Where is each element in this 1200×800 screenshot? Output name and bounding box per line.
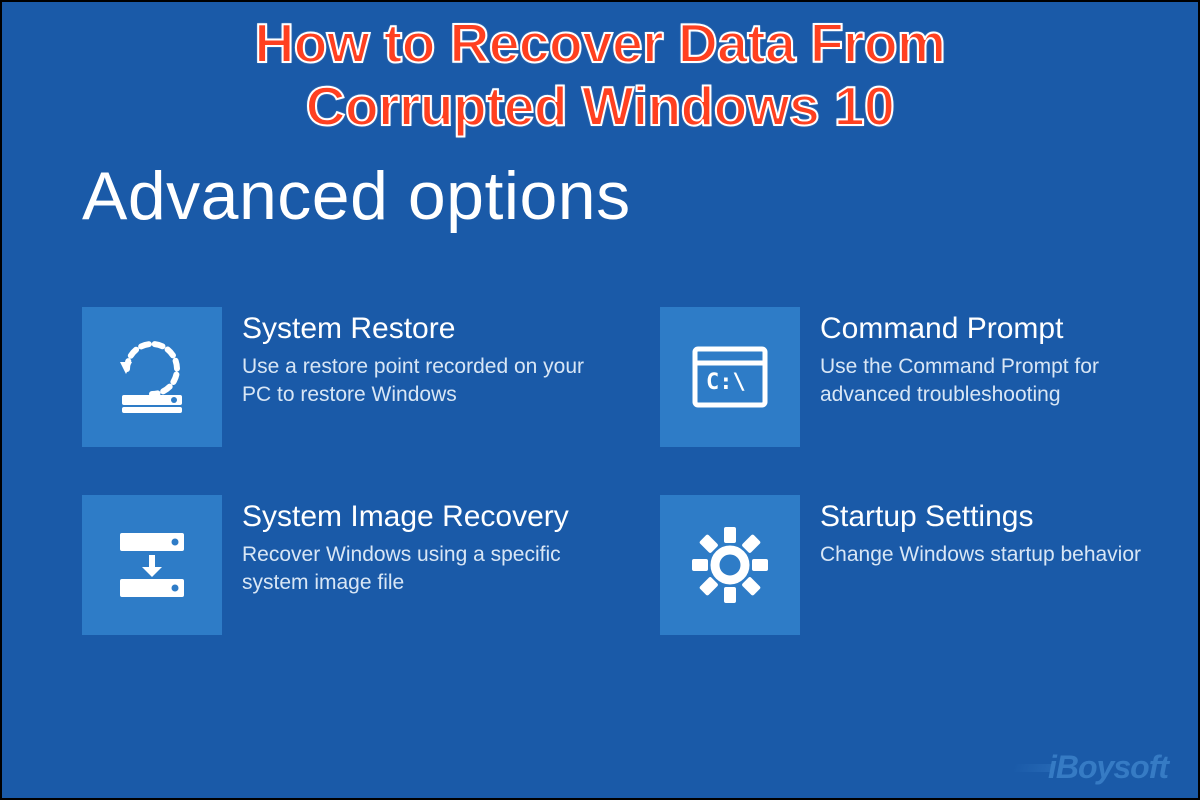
option-system-restore[interactable]: System Restore Use a restore point recor… [82,307,600,447]
tile-text: System Restore Use a restore point recor… [242,307,600,410]
tile-title: System Image Recovery [242,499,600,535]
tile-text: System Image Recovery Recover Windows us… [242,495,600,598]
watermark-logo: iBoysoft [1012,749,1168,786]
tile-desc: Recover Windows using a specific system … [242,541,600,598]
tile-desc: Change Windows startup behavior [820,541,1141,569]
option-command-prompt[interactable]: C:\ Command Prompt Use the Command Promp… [660,307,1178,447]
command-prompt-icon: C:\ [660,307,800,447]
system-image-recovery-icon [82,495,222,635]
tile-desc: Use a restore point recorded on your PC … [242,353,600,410]
startup-settings-icon [660,495,800,635]
svg-text:C:\: C:\ [706,370,746,395]
overlay-title-line1: How to Recover Data From [255,12,946,74]
page-title: Advanced options [82,157,631,235]
tile-title: Startup Settings [820,499,1141,535]
tile-title: System Restore [242,311,600,347]
tile-text: Command Prompt Use the Command Prompt fo… [820,307,1178,410]
option-system-image-recovery[interactable]: System Image Recovery Recover Windows us… [82,495,600,635]
article-overlay-title: How to Recover Data From Corrupted Windo… [2,12,1198,139]
option-startup-settings[interactable]: Startup Settings Change Windows startup … [660,495,1178,635]
system-restore-icon [82,307,222,447]
tile-desc: Use the Command Prompt for advanced trou… [820,353,1178,410]
tile-text: Startup Settings Change Windows startup … [820,495,1141,569]
tile-title: Command Prompt [820,311,1178,347]
watermark-text: iBoysoft [1048,749,1168,785]
options-grid: System Restore Use a restore point recor… [82,307,1178,635]
overlay-title-line2: Corrupted Windows 10 [306,75,894,137]
